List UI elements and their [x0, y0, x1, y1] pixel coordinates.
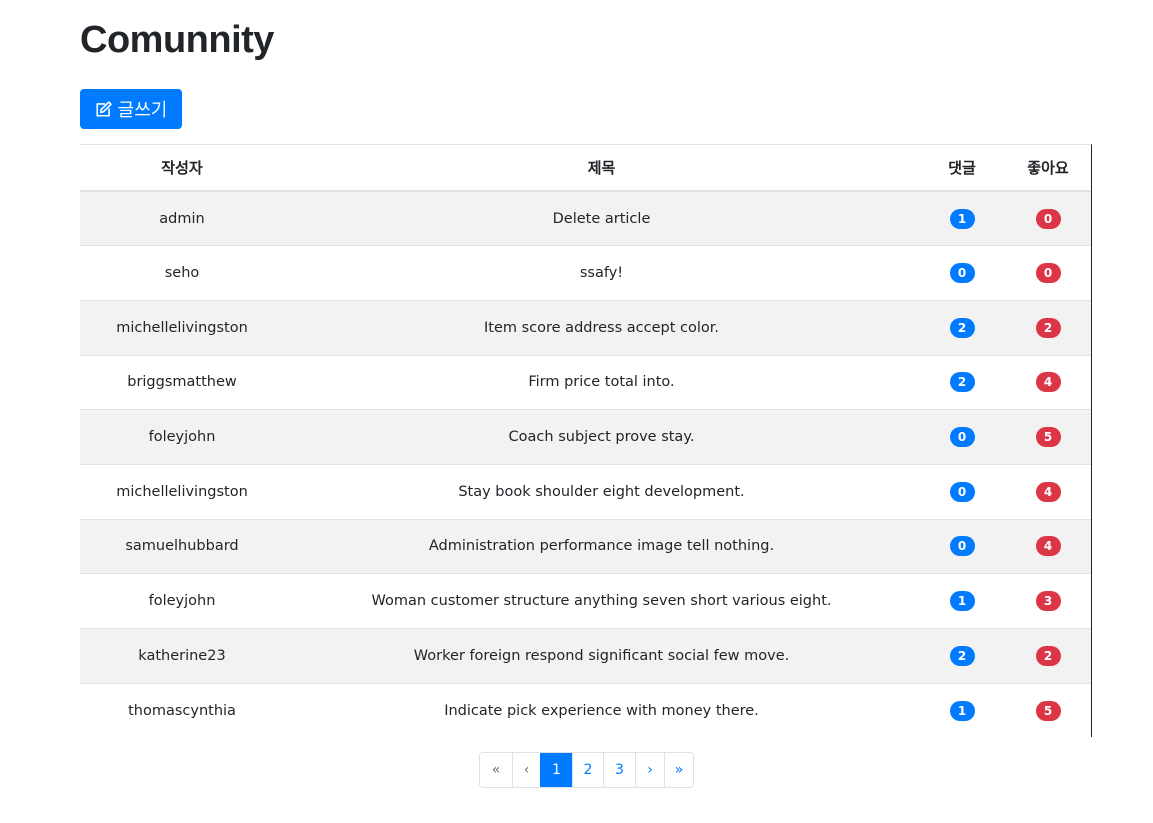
post-title-cell[interactable]: ssafy!: [284, 245, 919, 301]
like-count-badge: 4: [1035, 372, 1061, 393]
write-post-button[interactable]: 글쓰기: [80, 89, 182, 129]
table-row[interactable]: samuelhubbard Administration performance …: [80, 518, 1091, 574]
post-title-cell[interactable]: Coach subject prove stay.: [284, 409, 919, 465]
comments-cell: 1: [919, 573, 1005, 629]
pencil-square-icon: [95, 100, 113, 118]
likes-cell: 0: [1005, 191, 1091, 246]
table-header: 작성자 제목 댓글 좋아요: [80, 145, 1091, 192]
pagination-page-3[interactable]: 3: [603, 753, 635, 787]
table-row[interactable]: katherine23 Worker foreign respond signif…: [80, 628, 1091, 684]
comments-cell: 2: [919, 354, 1005, 410]
like-count-badge: 3: [1035, 591, 1061, 612]
comment-count-badge: 2: [949, 372, 975, 393]
table-row[interactable]: admin Delete article 1 0: [80, 191, 1091, 246]
like-count-badge: 2: [1035, 317, 1061, 338]
comment-count-badge: 1: [949, 700, 975, 721]
comment-count-badge: 0: [949, 536, 975, 557]
comments-cell: 0: [919, 245, 1005, 301]
comment-count-badge: 0: [949, 481, 975, 502]
table-row[interactable]: foleyjohn Coach subject prove stay. 0 5: [80, 409, 1091, 465]
likes-cell: 4: [1005, 463, 1091, 520]
table-row[interactable]: michellelivingston Stay book shoulder eig…: [80, 463, 1091, 520]
post-title-cell[interactable]: Woman customer structure anything seven …: [284, 573, 919, 629]
likes-cell: 5: [1005, 682, 1091, 738]
comments-cell: 0: [919, 518, 1005, 574]
table-row[interactable]: seho ssafy! 0 0: [80, 245, 1091, 301]
author-cell: admin: [80, 191, 284, 246]
table-row[interactable]: michellelivingston Item score address acc…: [80, 299, 1091, 356]
comments-cell: 0: [919, 409, 1005, 465]
comments-cell: 0: [919, 463, 1005, 520]
column-header-likes: 좋아요: [1005, 145, 1091, 192]
page-title: Comunnity: [80, 19, 274, 61]
comments-cell: 2: [919, 299, 1005, 356]
column-header-title: 제목: [284, 145, 919, 192]
author-cell: michellelivingston: [80, 299, 284, 356]
comment-count-badge: 0: [949, 263, 975, 284]
author-cell: samuelhubbard: [80, 518, 284, 574]
comments-cell: 2: [919, 628, 1005, 684]
likes-cell: 4: [1005, 518, 1091, 574]
pagination-last-button[interactable]: »: [664, 753, 693, 787]
like-count-badge: 4: [1035, 536, 1061, 557]
likes-cell: 2: [1005, 299, 1091, 356]
write-post-label: 글쓰기: [117, 100, 168, 120]
like-count-badge: 4: [1035, 481, 1061, 502]
pagination-page-1[interactable]: 1: [540, 753, 572, 787]
comment-count-badge: 0: [949, 427, 975, 448]
comment-count-badge: 1: [949, 591, 975, 612]
table-row[interactable]: foleyjohn Woman customer structure anythi…: [80, 573, 1091, 629]
pagination-first-button[interactable]: «: [480, 753, 512, 787]
posts-table: 작성자 제목 댓글 좋아요 admin Delete article 1 0 seho s…: [80, 145, 1091, 738]
posts-table-container: 작성자 제목 댓글 좋아요 admin Delete article 1 0 seho s…: [80, 144, 1092, 738]
like-count-badge: 5: [1035, 427, 1061, 448]
pagination-prev-button[interactable]: ‹: [512, 753, 540, 787]
likes-cell: 4: [1005, 354, 1091, 410]
like-count-badge: 5: [1035, 700, 1061, 721]
pagination: « ‹ 1 2 3 › »: [479, 752, 694, 788]
pagination-next-button[interactable]: ›: [635, 753, 664, 787]
post-title-cell[interactable]: Delete article: [284, 191, 919, 246]
author-cell: michellelivingston: [80, 463, 284, 520]
post-title-cell[interactable]: Worker foreign respond significant socia…: [284, 628, 919, 684]
likes-cell: 2: [1005, 628, 1091, 684]
post-title-cell[interactable]: Indicate pick experience with money ther…: [284, 682, 919, 738]
comment-count-badge: 2: [949, 317, 975, 338]
author-cell: foleyjohn: [80, 573, 284, 629]
likes-cell: 3: [1005, 573, 1091, 629]
author-cell: thomascynthia: [80, 682, 284, 738]
post-title-cell[interactable]: Administration performance image tell no…: [284, 518, 919, 574]
column-header-comments: 댓글: [919, 145, 1005, 192]
table-body: admin Delete article 1 0 seho ssafy! 0 0 michell…: [80, 191, 1091, 738]
table-row[interactable]: briggsmatthew Firm price total into. 2 4: [80, 354, 1091, 410]
post-title-cell[interactable]: Firm price total into.: [284, 354, 919, 410]
comments-cell: 1: [919, 682, 1005, 738]
comment-count-badge: 2: [949, 645, 975, 666]
post-title-cell[interactable]: Stay book shoulder eight development.: [284, 463, 919, 520]
post-title-cell[interactable]: Item score address accept color.: [284, 299, 919, 356]
author-cell: foleyjohn: [80, 409, 284, 465]
likes-cell: 0: [1005, 245, 1091, 301]
author-cell: seho: [80, 245, 284, 301]
comment-count-badge: 1: [949, 208, 975, 229]
like-count-badge: 0: [1035, 263, 1061, 284]
likes-cell: 5: [1005, 409, 1091, 465]
comments-cell: 1: [919, 191, 1005, 246]
like-count-badge: 0: [1035, 208, 1061, 229]
like-count-badge: 2: [1035, 645, 1061, 666]
table-row[interactable]: thomascynthia Indicate pick experience wi…: [80, 682, 1091, 738]
column-header-author: 작성자: [80, 145, 284, 192]
author-cell: katherine23: [80, 628, 284, 684]
author-cell: briggsmatthew: [80, 354, 284, 410]
pagination-page-2[interactable]: 2: [572, 753, 603, 787]
